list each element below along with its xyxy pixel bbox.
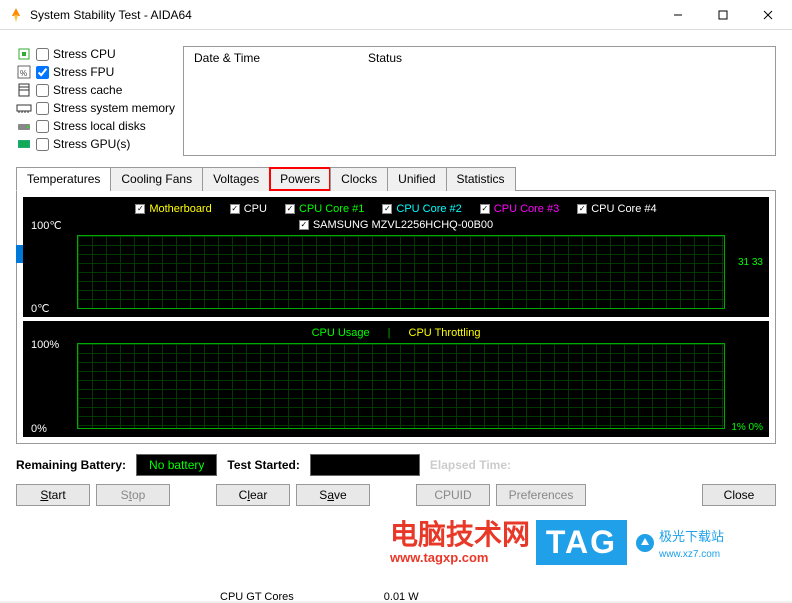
top-row: Stress CPU % Stress FPU Stress cache Str… — [16, 46, 776, 156]
preferences-button[interactable]: Preferences — [496, 484, 586, 506]
title-bar: System Stability Test - AIDA64 — [0, 0, 792, 30]
aurora-icon — [635, 533, 655, 553]
stop-button[interactable]: Stop — [96, 484, 170, 506]
stress-cpu-label: Stress CPU — [53, 47, 116, 61]
graphs-container: ✓Motherboard ✓CPU ✓CPU Core #1 ✓CPU Core… — [16, 191, 776, 444]
watermark-cn-1: 电脑技术网 www.tagxp.com — [390, 520, 530, 565]
stress-disks-option[interactable]: Stress local disks — [16, 118, 175, 134]
start-button[interactable]: Start — [16, 484, 90, 506]
watermark-tag: TAG 极光下载站 www.xz7.com — [536, 520, 724, 565]
stress-cache-label: Stress cache — [53, 83, 122, 97]
cpuid-button[interactable]: CPUID — [416, 484, 490, 506]
close-window-button[interactable]: Close — [702, 484, 776, 506]
stress-fpu-checkbox[interactable] — [36, 66, 49, 79]
button-row: Start Stop Clear Save CPUID Preferences … — [16, 484, 776, 506]
disk-icon — [16, 118, 32, 134]
legend-core3[interactable]: ✓CPU Core #3 — [480, 203, 559, 215]
stress-fpu-label: Stress FPU — [53, 65, 114, 79]
legend-ssd[interactable]: ✓SAMSUNG MZVL2256HCHQ-00B00 — [299, 219, 493, 231]
tab-temperatures[interactable]: Temperatures — [16, 167, 111, 191]
log-col-status: Status — [368, 51, 765, 65]
legend-motherboard[interactable]: ✓Motherboard — [135, 203, 211, 215]
window-body: Stress CPU % Stress FPU Stress cache Str… — [0, 30, 792, 601]
legend-core2[interactable]: ✓CPU Core #2 — [382, 203, 461, 215]
stress-gpu-label: Stress GPU(s) — [53, 137, 130, 151]
temp-y-min: 0℃ — [31, 302, 49, 315]
tab-unified[interactable]: Unified — [387, 167, 446, 191]
stress-memory-label: Stress system memory — [53, 101, 175, 115]
temp-current-reading: 31 33 — [738, 257, 763, 268]
stress-fpu-option[interactable]: % Stress FPU — [16, 64, 175, 80]
usage-legend: CPU Usage | CPU Throttling — [27, 327, 765, 339]
legend-core4[interactable]: ✓CPU Core #4 — [577, 203, 656, 215]
temperature-legend: ✓Motherboard ✓CPU ✓CPU Core #1 ✓CPU Core… — [27, 203, 765, 215]
footer-cpu-gt-value: 0.01 W — [384, 591, 419, 603]
maximize-button[interactable] — [700, 1, 745, 29]
gpu-icon — [16, 136, 32, 152]
window-title: System Stability Test - AIDA64 — [30, 8, 655, 22]
stress-options: Stress CPU % Stress FPU Stress cache Str… — [16, 46, 175, 156]
battery-label: Remaining Battery: — [16, 458, 126, 472]
status-row: Remaining Battery: No battery Test Start… — [16, 454, 776, 476]
stress-cache-option[interactable]: Stress cache — [16, 82, 175, 98]
svg-text:%: % — [20, 69, 27, 78]
stress-memory-option[interactable]: Stress system memory — [16, 100, 175, 116]
battery-value: No battery — [136, 454, 217, 476]
app-icon — [8, 7, 24, 23]
stress-cpu-checkbox[interactable] — [36, 48, 49, 61]
legend-core1[interactable]: ✓CPU Core #1 — [285, 203, 364, 215]
temperature-grid — [77, 235, 725, 309]
window-controls — [655, 1, 790, 29]
close-button[interactable] — [745, 1, 790, 29]
stress-cpu-option[interactable]: Stress CPU — [16, 46, 175, 62]
tab-powers[interactable]: Powers — [269, 167, 331, 191]
usage-grid — [77, 343, 725, 429]
legend-cpu-usage: CPU Usage — [312, 327, 370, 339]
minimize-button[interactable] — [655, 1, 700, 29]
cache-icon — [16, 82, 32, 98]
legend-separator: | — [388, 327, 391, 339]
elapsed-label: Elapsed Time: — [430, 458, 511, 472]
cpu-usage-graph: CPU Usage | CPU Throttling 100% 0% 1% 0% — [23, 321, 769, 437]
temperature-legend-2: ✓SAMSUNG MZVL2256HCHQ-00B00 — [27, 219, 765, 231]
log-panel: Date & Time Status — [183, 46, 776, 156]
tab-strip: Temperatures Cooling Fans Voltages Power… — [16, 166, 776, 191]
temperature-graph: ✓Motherboard ✓CPU ✓CPU Core #1 ✓CPU Core… — [23, 197, 769, 317]
clear-button[interactable]: Clear — [216, 484, 290, 506]
log-col-datetime: Date & Time — [194, 51, 368, 65]
memory-icon — [16, 100, 32, 116]
stress-disks-checkbox[interactable] — [36, 120, 49, 133]
fpu-icon: % — [16, 64, 32, 80]
stress-memory-checkbox[interactable] — [36, 102, 49, 115]
stress-cache-checkbox[interactable] — [36, 84, 49, 97]
stress-gpu-option[interactable]: Stress GPU(s) — [16, 136, 175, 152]
usage-y-max: 100% — [31, 339, 59, 351]
test-started-label: Test Started: — [227, 458, 299, 472]
stress-gpu-checkbox[interactable] — [36, 138, 49, 151]
legend-cpu-throttling: CPU Throttling — [409, 327, 481, 339]
temp-y-max: 100℃ — [31, 219, 62, 232]
save-button[interactable]: Save — [296, 484, 370, 506]
log-header: Date & Time Status — [184, 47, 775, 69]
usage-y-min: 0% — [31, 423, 47, 435]
cpu-icon — [16, 46, 32, 62]
test-started-value — [310, 454, 420, 476]
footer-cpu-gt-label: CPU GT Cores — [220, 591, 294, 603]
tab-clocks[interactable]: Clocks — [330, 167, 388, 191]
tab-statistics[interactable]: Statistics — [446, 167, 516, 191]
legend-cpu[interactable]: ✓CPU — [230, 203, 267, 215]
tab-cooling-fans[interactable]: Cooling Fans — [110, 167, 203, 191]
footer-reading: CPU GT Cores 0.01 W — [220, 591, 419, 603]
usage-current-reading: 1% 0% — [731, 422, 763, 433]
stress-disks-label: Stress local disks — [53, 119, 146, 133]
tab-voltages[interactable]: Voltages — [202, 167, 270, 191]
